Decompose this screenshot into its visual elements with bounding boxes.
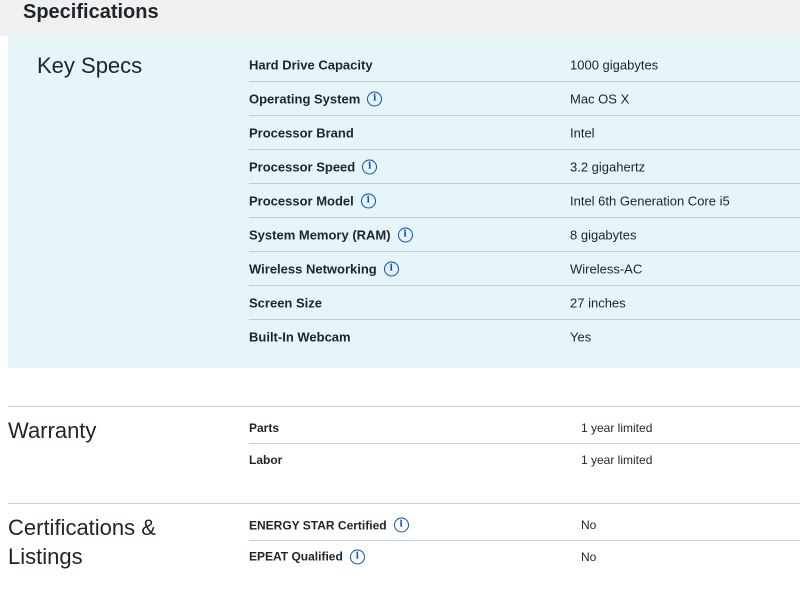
warranty-row: Labor 1 year limited bbox=[249, 444, 800, 475]
certification-value: No bbox=[581, 549, 597, 564]
spec-value: Intel 6th Generation Core i5 bbox=[570, 193, 730, 208]
spec-value: Mac OS X bbox=[570, 91, 630, 106]
warranty-value: 1 year limited bbox=[581, 452, 653, 467]
certifications-table: ENERGY STAR Certified i No EPEAT Qualifie… bbox=[249, 510, 800, 572]
spec-value: 8 gigabytes bbox=[570, 227, 637, 242]
certifications-title: Certifications & Listings bbox=[8, 515, 156, 569]
warranty-label: Labor bbox=[249, 452, 283, 467]
info-circle-icon[interactable]: i bbox=[349, 549, 365, 564]
spec-row: Processor Model i Intel 6th Generation Co… bbox=[249, 184, 800, 218]
key-specs-table: Hard Drive Capacity 1000 gigabytes Opera… bbox=[249, 48, 800, 354]
spec-row: Screen Size 27 inches bbox=[249, 286, 800, 320]
spec-label: Screen Size bbox=[249, 295, 322, 310]
warranty-table: Parts 1 year limited Labor 1 year limite… bbox=[249, 413, 800, 475]
info-circle-icon[interactable]: i bbox=[362, 159, 378, 174]
spec-row: System Memory (RAM) i 8 gigabytes bbox=[249, 218, 800, 252]
spec-label: Hard Drive Capacity bbox=[249, 57, 373, 72]
spec-row: Hard Drive Capacity 1000 gigabytes bbox=[249, 48, 800, 82]
info-circle-icon[interactable]: i bbox=[360, 193, 376, 208]
spec-row: Processor Brand Intel bbox=[249, 116, 800, 150]
info-circle-icon[interactable]: i bbox=[383, 261, 399, 276]
spec-row: Wireless Networking i Wireless-AC bbox=[249, 252, 800, 286]
spec-value: Yes bbox=[570, 329, 592, 345]
info-circle-icon[interactable]: i bbox=[397, 227, 413, 242]
spec-label: Built-In Webcam bbox=[249, 329, 351, 345]
spec-row: Built-In Webcam Yes bbox=[249, 320, 800, 354]
key-specs-title: Key Specs bbox=[37, 53, 143, 78]
certification-row: EPEAT Qualified i No bbox=[249, 541, 800, 572]
certification-row: ENERGY STAR Certified i No bbox=[249, 510, 800, 541]
spec-row: Operating System i Mac OS X bbox=[249, 82, 800, 116]
info-circle-icon[interactable]: i bbox=[393, 517, 409, 533]
certification-label: EPEAT Qualified i bbox=[249, 549, 365, 564]
spec-label: Wireless Networking i bbox=[249, 261, 399, 276]
certification-label: ENERGY STAR Certified i bbox=[249, 517, 409, 533]
spec-label: Processor Model i bbox=[249, 193, 376, 208]
warranty-title: Warranty bbox=[8, 418, 97, 443]
section-divider bbox=[8, 503, 800, 504]
specifications-header: Specifications bbox=[0, 0, 800, 36]
spec-value: Wireless-AC bbox=[570, 261, 643, 276]
spec-value: Intel bbox=[570, 125, 595, 140]
warranty-value: 1 year limited bbox=[581, 421, 653, 435]
warranty-label: Parts bbox=[249, 421, 280, 435]
spec-value: 1000 gigabytes bbox=[570, 57, 659, 72]
info-circle-icon[interactable]: i bbox=[367, 91, 383, 106]
spec-label: Processor Speed i bbox=[249, 159, 378, 174]
key-specs-section: Key Specs Hard Drive Capacity 1000 gigab… bbox=[8, 36, 800, 368]
spec-label: Operating System i bbox=[249, 91, 383, 106]
spec-label: Processor Brand bbox=[249, 125, 354, 140]
page-title: Specifications bbox=[23, 1, 159, 23]
spec-label: System Memory (RAM) i bbox=[249, 227, 413, 242]
spec-row: Processor Speed i 3.2 gigahertz bbox=[249, 150, 800, 184]
spec-value: 27 inches bbox=[570, 295, 626, 310]
warranty-row: Parts 1 year limited bbox=[249, 413, 800, 444]
certification-value: No bbox=[581, 518, 597, 532]
spec-value: 3.2 gigahertz bbox=[570, 159, 646, 174]
section-divider bbox=[8, 406, 800, 407]
